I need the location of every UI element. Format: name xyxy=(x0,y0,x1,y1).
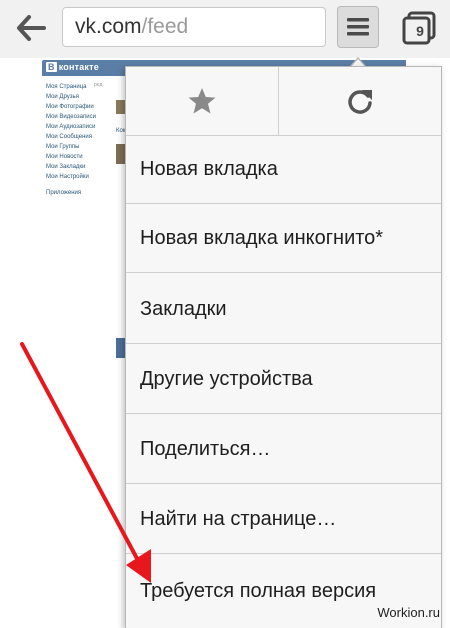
browser-toolbar: vk.com/feed 9 xyxy=(0,0,450,59)
url-field[interactable]: vk.com/feed xyxy=(62,7,326,47)
watermark: Workion.ru xyxy=(377,605,440,620)
reload-button[interactable] xyxy=(279,67,441,135)
vk-menu-item[interactable]: Мои Аудиозаписи xyxy=(46,122,96,132)
menu-button[interactable] xyxy=(337,6,379,48)
reload-icon xyxy=(348,90,372,114)
menu-item-other-devices[interactable]: Другие устройства xyxy=(126,345,441,414)
vk-menu-item[interactable]: Мои Фотографии xyxy=(46,102,96,112)
menu-item-bookmarks[interactable]: Закладки xyxy=(126,275,441,344)
url-path: /feed xyxy=(141,15,189,38)
menu-item-find-in-page[interactable]: Найти на странице… xyxy=(126,485,441,554)
vk-left-menu: Моя Страница Мои Друзья Мои Фотографии М… xyxy=(46,82,96,198)
hamburger-icon xyxy=(347,18,369,36)
vk-menu-item[interactable]: Моя Страница xyxy=(46,82,96,92)
menu-item-new-incognito-tab[interactable]: Новая вкладка инкогнито* xyxy=(126,204,441,273)
menu-item-share[interactable]: Поделиться… xyxy=(126,415,441,484)
tabs-button[interactable]: 9 xyxy=(402,11,436,45)
vk-menu-item[interactable]: Мои Друзья xyxy=(46,92,96,102)
vk-menu-item[interactable]: Мои Новости xyxy=(46,152,96,162)
vk-menu-item[interactable]: Мои Закладки xyxy=(46,162,96,172)
vk-menu-item[interactable]: Мои Группы xyxy=(46,142,96,152)
vk-apps-link[interactable]: Приложения xyxy=(46,188,96,198)
vk-menu-item[interactable]: Мои Сообщения xyxy=(46,132,96,142)
vk-menu-item[interactable]: Мои Видеозаписи xyxy=(46,112,96,122)
back-button[interactable] xyxy=(14,12,48,44)
tabs-count: 9 xyxy=(416,23,424,39)
back-arrow-icon xyxy=(17,15,46,41)
vk-logo: Вконтакте xyxy=(46,62,99,72)
bookmark-star-button[interactable] xyxy=(126,67,279,135)
browser-menu-dropdown: Новая вкладка Новая вкладка инкогнито* З… xyxy=(125,66,442,628)
vk-menu-item[interactable]: Мои Настройки xyxy=(46,172,96,182)
star-icon xyxy=(188,88,216,114)
menu-item-new-tab[interactable]: Новая вкладка xyxy=(126,135,441,204)
url-host: vk.com xyxy=(75,15,142,38)
menu-icon-row xyxy=(126,67,441,136)
